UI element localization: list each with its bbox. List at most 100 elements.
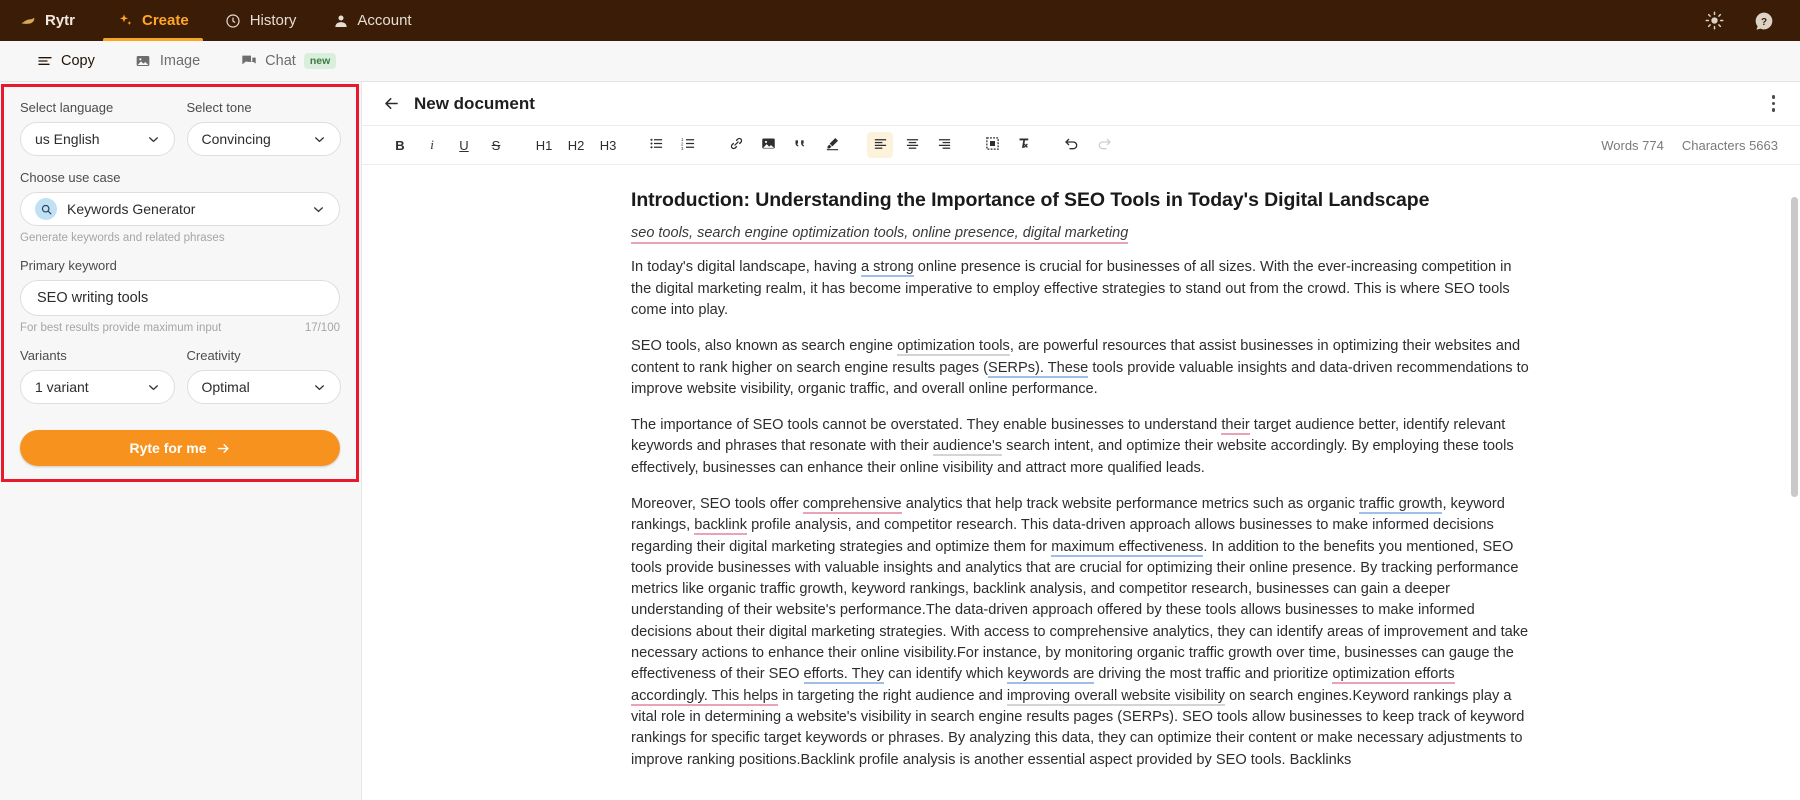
- scrollbar-thumb[interactable]: [1791, 197, 1798, 497]
- document-scrollbar[interactable]: [1791, 167, 1798, 798]
- chevron-down-icon: [313, 133, 326, 146]
- align-center-icon: [905, 136, 920, 154]
- heading3-button[interactable]: H3: [595, 132, 621, 158]
- character-count-label: Characters: [1682, 138, 1746, 153]
- highlighter-icon: [825, 136, 840, 154]
- variants-field: Variants 1 variant: [20, 348, 175, 404]
- document-scroll-area[interactable]: Introduction: Understanding the Importan…: [362, 165, 1800, 800]
- primary-keyword-input[interactable]: [20, 280, 340, 316]
- subnav-item-copy-label: Copy: [61, 53, 95, 69]
- bulleted-list-icon: [649, 136, 664, 154]
- top-nav-right-group: ?: [1704, 0, 1800, 41]
- nav-item-create[interactable]: Create: [99, 0, 207, 41]
- rytr-logo-icon: [20, 12, 37, 29]
- document-paragraph-2: SEO tools, also known as search engine o…: [631, 336, 1531, 400]
- primary-keyword-counter: 17/100: [305, 322, 340, 334]
- clear-formatting-icon: [1017, 136, 1032, 154]
- theme-toggle-icon[interactable]: [1704, 11, 1724, 31]
- use-case-label: Choose use case: [20, 170, 340, 185]
- magnifier-icon: [35, 198, 57, 220]
- variants-select[interactable]: 1 variant: [20, 370, 175, 404]
- language-select[interactable]: us English: [20, 122, 175, 156]
- use-case-description: Generate keywords and related phrases: [20, 232, 225, 244]
- heading1-button[interactable]: H1: [531, 132, 557, 158]
- creativity-select[interactable]: Optimal: [187, 370, 342, 404]
- brand-label: Rytr: [45, 12, 75, 29]
- align-right-button[interactable]: [931, 132, 957, 158]
- tone-select[interactable]: Convincing: [187, 122, 342, 156]
- use-case-select[interactable]: Keywords Generator: [20, 192, 340, 226]
- image-icon: [761, 136, 776, 154]
- arrow-left-icon[interactable]: [382, 94, 401, 113]
- align-left-icon: [873, 136, 888, 154]
- align-center-button[interactable]: [899, 132, 925, 158]
- primary-keyword-label: Primary keyword: [20, 258, 340, 273]
- blockquote-button[interactable]: [787, 132, 813, 158]
- clear-formatting-button[interactable]: [1011, 132, 1037, 158]
- insert-block-icon: [985, 136, 1000, 154]
- page-title: New document: [414, 94, 535, 114]
- subnav-item-chat[interactable]: Chat new: [220, 41, 356, 81]
- bulleted-list-button[interactable]: [643, 132, 669, 158]
- chevron-down-icon: [147, 133, 160, 146]
- primary-keyword-hint: For best results provide maximum input: [20, 322, 221, 334]
- nav-item-account[interactable]: Account: [314, 0, 429, 41]
- document-keywords-line: seo tools, search engine optimization to…: [631, 225, 1531, 241]
- chat-icon: [240, 53, 257, 70]
- help-icon[interactable]: ?: [1754, 11, 1774, 31]
- generation-form: Select language us English Select tone C…: [0, 82, 361, 466]
- underline-button[interactable]: U: [451, 132, 477, 158]
- document-heading: Introduction: Understanding the Importan…: [631, 187, 1531, 213]
- word-count-value: 774: [1642, 138, 1664, 153]
- sparkle-icon: [117, 12, 134, 29]
- creativity-value: Optimal: [202, 379, 314, 395]
- language-value: us English: [35, 131, 147, 147]
- quote-icon: [793, 136, 808, 154]
- brand-logo-rytr[interactable]: Rytr: [14, 0, 99, 41]
- align-left-button[interactable]: [867, 132, 893, 158]
- word-count: Words 774: [1601, 138, 1664, 153]
- insert-block-button[interactable]: [979, 132, 1005, 158]
- primary-keyword-hint-row: For best results provide maximum input 1…: [20, 322, 340, 334]
- italic-button[interactable]: i: [419, 132, 445, 158]
- document-paragraph-4: Moreover, SEO tools offer comprehensive …: [631, 494, 1531, 771]
- document-content[interactable]: Introduction: Understanding the Importan…: [631, 165, 1531, 800]
- kebab-menu-icon[interactable]: [1769, 89, 1779, 118]
- link-button[interactable]: [723, 132, 749, 158]
- image-icon: [135, 53, 152, 70]
- document-stats: Words 774 Characters 5663: [1601, 138, 1778, 153]
- undo-button[interactable]: [1059, 132, 1085, 158]
- ryte-for-me-label: Ryte for me: [129, 440, 206, 456]
- variants-label: Variants: [20, 348, 175, 363]
- use-case-description-row: Generate keywords and related phrases: [20, 232, 340, 244]
- use-case-value: Keywords Generator: [67, 201, 312, 217]
- heading2-button[interactable]: H2: [563, 132, 589, 158]
- document-paragraph-1: In today's digital landscape, having a s…: [631, 257, 1531, 321]
- subnav-item-image[interactable]: Image: [115, 41, 220, 81]
- subnav-item-image-label: Image: [160, 53, 200, 69]
- numbered-list-button[interactable]: 123: [675, 132, 701, 158]
- bold-button[interactable]: B: [387, 132, 413, 158]
- language-label: Select language: [20, 100, 175, 115]
- sub-navigation-bar: Copy Image Chat new: [0, 41, 1800, 82]
- tone-label: Select tone: [187, 100, 342, 115]
- document-header: New document: [362, 82, 1800, 126]
- numbered-list-icon: 123: [681, 136, 696, 154]
- subnav-item-copy[interactable]: Copy: [16, 41, 115, 81]
- use-case-field: Choose use case Keywords Generator Gener…: [20, 170, 340, 244]
- variants-value: 1 variant: [35, 379, 147, 395]
- creativity-field: Creativity Optimal: [187, 348, 342, 404]
- strikethrough-button[interactable]: S: [483, 132, 509, 158]
- svg-text:3: 3: [681, 146, 684, 151]
- main-layout: Select language us English Select tone C…: [0, 82, 1800, 800]
- svg-text:?: ?: [1761, 16, 1767, 27]
- primary-keyword-field: Primary keyword For best results provide…: [20, 258, 340, 334]
- insert-image-button[interactable]: [755, 132, 781, 158]
- word-count-label: Words: [1601, 138, 1638, 153]
- highlighter-button[interactable]: [819, 132, 845, 158]
- nav-item-history[interactable]: History: [207, 0, 315, 41]
- settings-sidebar: Select language us English Select tone C…: [0, 82, 362, 800]
- ryte-for-me-button[interactable]: Ryte for me: [20, 430, 340, 466]
- person-icon: [332, 12, 349, 29]
- redo-button[interactable]: [1091, 132, 1117, 158]
